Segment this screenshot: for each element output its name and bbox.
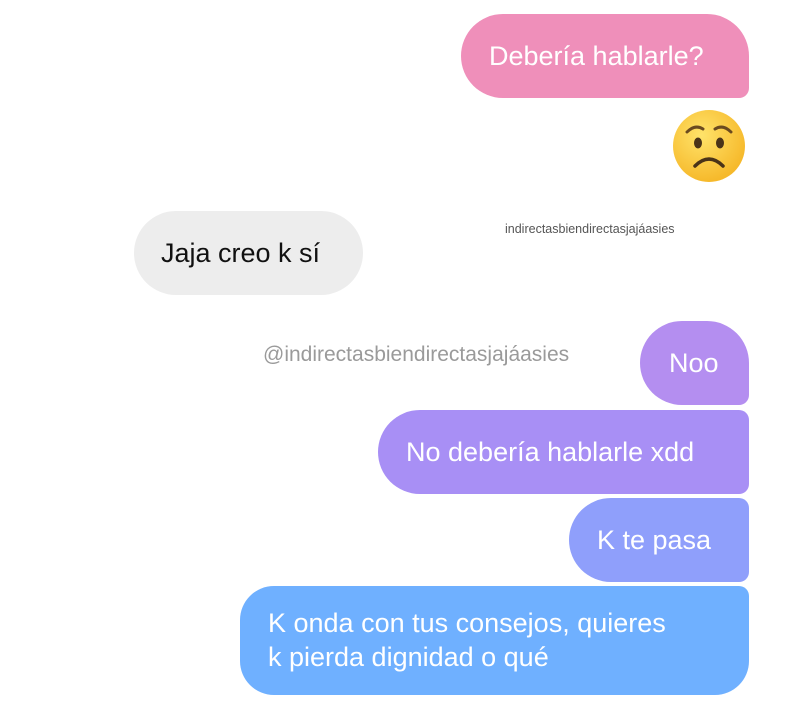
message-text-line: k pierda dignidad o qué bbox=[268, 642, 549, 672]
message-text: K te pasa bbox=[597, 525, 712, 555]
message-bubble-sent[interactable]: Debería hablarle? bbox=[461, 14, 749, 98]
message-text: Noo bbox=[669, 348, 719, 378]
watermark-handle: @indirectasbiendirectasjajáasies bbox=[263, 343, 570, 366]
message-bubble-sent[interactable]: K te pasa bbox=[569, 498, 749, 582]
message-bubble-sent[interactable]: K onda con tus consejos, quieres k pierd… bbox=[240, 586, 749, 695]
message-text: Jaja creo k sí bbox=[161, 238, 321, 268]
message-text-line: K onda con tus consejos, quieres bbox=[268, 608, 666, 638]
message-text: Debería hablarle? bbox=[489, 41, 704, 71]
message-text: No debería hablarle xdd bbox=[406, 437, 695, 467]
message-bubble-received[interactable]: Jaja creo k sí bbox=[134, 211, 363, 295]
watermark-text: indirectasbiendirectasjajáasies bbox=[505, 222, 675, 236]
worried-face-icon bbox=[673, 110, 745, 182]
message-bubble-sent[interactable]: Noo bbox=[640, 321, 749, 405]
message-bubble-sent[interactable]: No debería hablarle xdd bbox=[378, 410, 749, 494]
